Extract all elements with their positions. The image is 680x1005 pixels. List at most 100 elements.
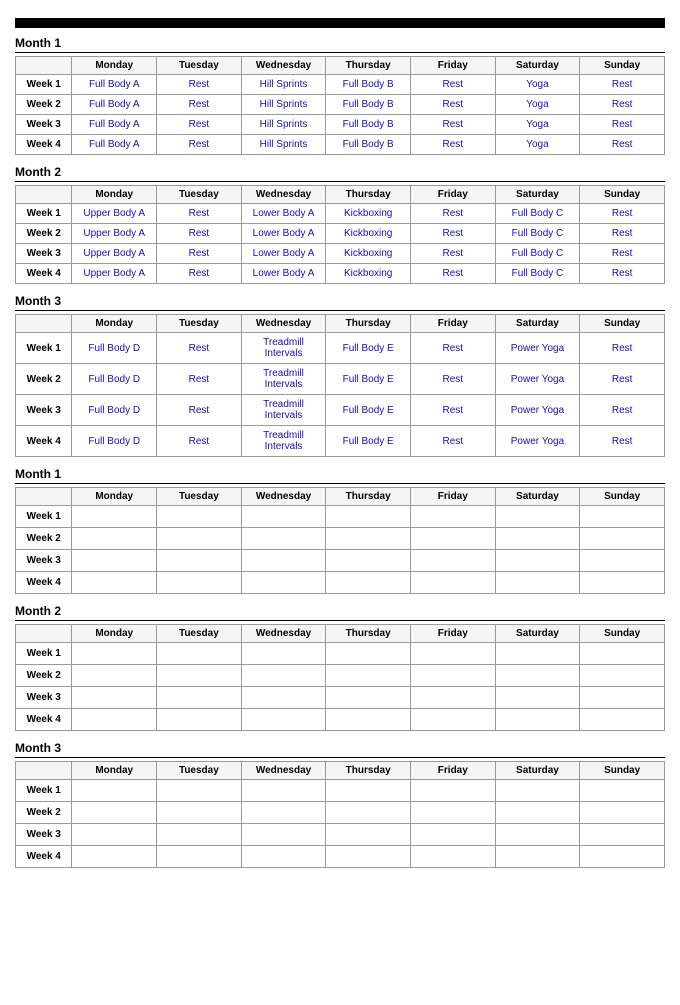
- table-row: Week 3Upper Body ARestLower Body AKickbo…: [16, 244, 665, 264]
- filled-months: Month 1MondayTuesdayWednesdayThursdayFri…: [15, 36, 665, 457]
- schedule-cell: Rest: [580, 333, 665, 364]
- schedule-cell: Rest: [580, 204, 665, 224]
- week-label: Week 4: [16, 709, 72, 731]
- schedule-cell: Kickboxing: [326, 224, 411, 244]
- day-header-friday: Friday: [410, 762, 495, 780]
- schedule-cell: Lower Body A: [241, 264, 326, 284]
- empty-month-section: Month 3MondayTuesdayWednesdayThursdayFri…: [15, 741, 665, 868]
- day-header-saturday: Saturday: [495, 57, 580, 75]
- empty-schedule-cell: [326, 846, 411, 868]
- empty-schedule-cell: [410, 780, 495, 802]
- empty-schedule-cell: [326, 528, 411, 550]
- empty-schedule-cell: [580, 528, 665, 550]
- schedule-cell: Treadmill Intervals: [241, 333, 326, 364]
- schedule-cell: Treadmill Intervals: [241, 426, 326, 457]
- empty-schedule-cell: [241, 550, 326, 572]
- schedule-cell: Power Yoga: [495, 333, 580, 364]
- day-header-wednesday: Wednesday: [241, 625, 326, 643]
- schedule-cell: Rest: [580, 115, 665, 135]
- schedule-cell: Rest: [580, 244, 665, 264]
- empty-schedule-cell: [580, 550, 665, 572]
- day-header-thursday: Thursday: [326, 625, 411, 643]
- table-row: Week 4Upper Body ARestLower Body AKickbo…: [16, 264, 665, 284]
- empty-schedule-cell: [241, 687, 326, 709]
- empty-schedule-cell: [495, 846, 580, 868]
- table-row: Week 3: [16, 550, 665, 572]
- empty-schedule-cell: [241, 528, 326, 550]
- week-label: Week 3: [16, 687, 72, 709]
- schedule-cell: Power Yoga: [495, 395, 580, 426]
- empty-schedule-cell: [495, 572, 580, 594]
- schedule-cell: Rest: [410, 204, 495, 224]
- day-header-tuesday: Tuesday: [157, 488, 242, 506]
- day-header-monday: Monday: [72, 625, 157, 643]
- week-label: Week 2: [16, 802, 72, 824]
- empty-month-section: Month 1MondayTuesdayWednesdayThursdayFri…: [15, 467, 665, 594]
- schedule-cell: Hill Sprints: [241, 95, 326, 115]
- schedule-cell: Upper Body A: [72, 204, 157, 224]
- schedule-cell: Rest: [157, 75, 242, 95]
- table-row: Week 4: [16, 572, 665, 594]
- schedule-cell: Rest: [157, 364, 242, 395]
- day-header-wednesday: Wednesday: [241, 186, 326, 204]
- week-label: Week 3: [16, 550, 72, 572]
- empty-schedule-cell: [72, 665, 157, 687]
- day-header-monday: Monday: [72, 186, 157, 204]
- schedule-cell: Lower Body A: [241, 224, 326, 244]
- schedule-cell: Rest: [157, 95, 242, 115]
- empty-schedule-cell: [72, 802, 157, 824]
- empty-schedule-cell: [157, 780, 242, 802]
- week-label: Week 4: [16, 264, 72, 284]
- empty-schedule-cell: [157, 643, 242, 665]
- empty-schedule-cell: [580, 506, 665, 528]
- empty-schedule-cell: [580, 665, 665, 687]
- table-row: Week 4Full Body DRestTreadmill Intervals…: [16, 426, 665, 457]
- empty-schedule-cell: [495, 802, 580, 824]
- table-row: Week 1Full Body DRestTreadmill Intervals…: [16, 333, 665, 364]
- empty-schedule-cell: [410, 802, 495, 824]
- empty-schedule-cell: [410, 572, 495, 594]
- day-header-friday: Friday: [410, 488, 495, 506]
- table-row: Week 2Upper Body ARestLower Body AKickbo…: [16, 224, 665, 244]
- schedule-cell: Rest: [580, 135, 665, 155]
- week-label: Week 1: [16, 506, 72, 528]
- week-label: Week 3: [16, 244, 72, 264]
- empty-schedule-cell: [326, 687, 411, 709]
- week-label: Week 1: [16, 643, 72, 665]
- empty-month-section: Month 2MondayTuesdayWednesdayThursdayFri…: [15, 604, 665, 731]
- day-header-tuesday: Tuesday: [157, 315, 242, 333]
- empty-schedule-cell: [495, 687, 580, 709]
- day-header-tuesday: Tuesday: [157, 762, 242, 780]
- table-row: Week 3Full Body ARestHill SprintsFull Bo…: [16, 115, 665, 135]
- schedule-cell: Rest: [580, 395, 665, 426]
- week-label: Week 2: [16, 528, 72, 550]
- empty-schedule-cell: [72, 780, 157, 802]
- empty-schedule-cell: [241, 802, 326, 824]
- week-label: Week 2: [16, 665, 72, 687]
- week-label: Week 1: [16, 75, 72, 95]
- day-header-sunday: Sunday: [580, 762, 665, 780]
- schedule-cell: Rest: [410, 426, 495, 457]
- schedule-cell: Full Body A: [72, 75, 157, 95]
- empty-schedule-cell: [241, 824, 326, 846]
- empty-schedule-cell: [241, 665, 326, 687]
- table-row: Week 1Upper Body ARestLower Body AKickbo…: [16, 204, 665, 224]
- empty-schedule-cell: [580, 824, 665, 846]
- empty-schedule-cell: [157, 687, 242, 709]
- schedule-cell: Full Body C: [495, 224, 580, 244]
- empty-schedule-cell: [72, 550, 157, 572]
- schedule-cell: Rest: [580, 224, 665, 244]
- empty-schedule-cell: [410, 846, 495, 868]
- schedule-cell: Rest: [580, 95, 665, 115]
- empty-schedule-cell: [410, 506, 495, 528]
- empty-schedule-cell: [495, 506, 580, 528]
- week-label: Week 3: [16, 115, 72, 135]
- table-row: Week 2: [16, 528, 665, 550]
- schedule-cell: Full Body B: [326, 95, 411, 115]
- empty-schedule-cell: [72, 506, 157, 528]
- day-header-saturday: Saturday: [495, 625, 580, 643]
- table-row: Week 4: [16, 846, 665, 868]
- schedule-cell: Full Body B: [326, 115, 411, 135]
- schedule-cell: Rest: [410, 244, 495, 264]
- week-label: Week 4: [16, 135, 72, 155]
